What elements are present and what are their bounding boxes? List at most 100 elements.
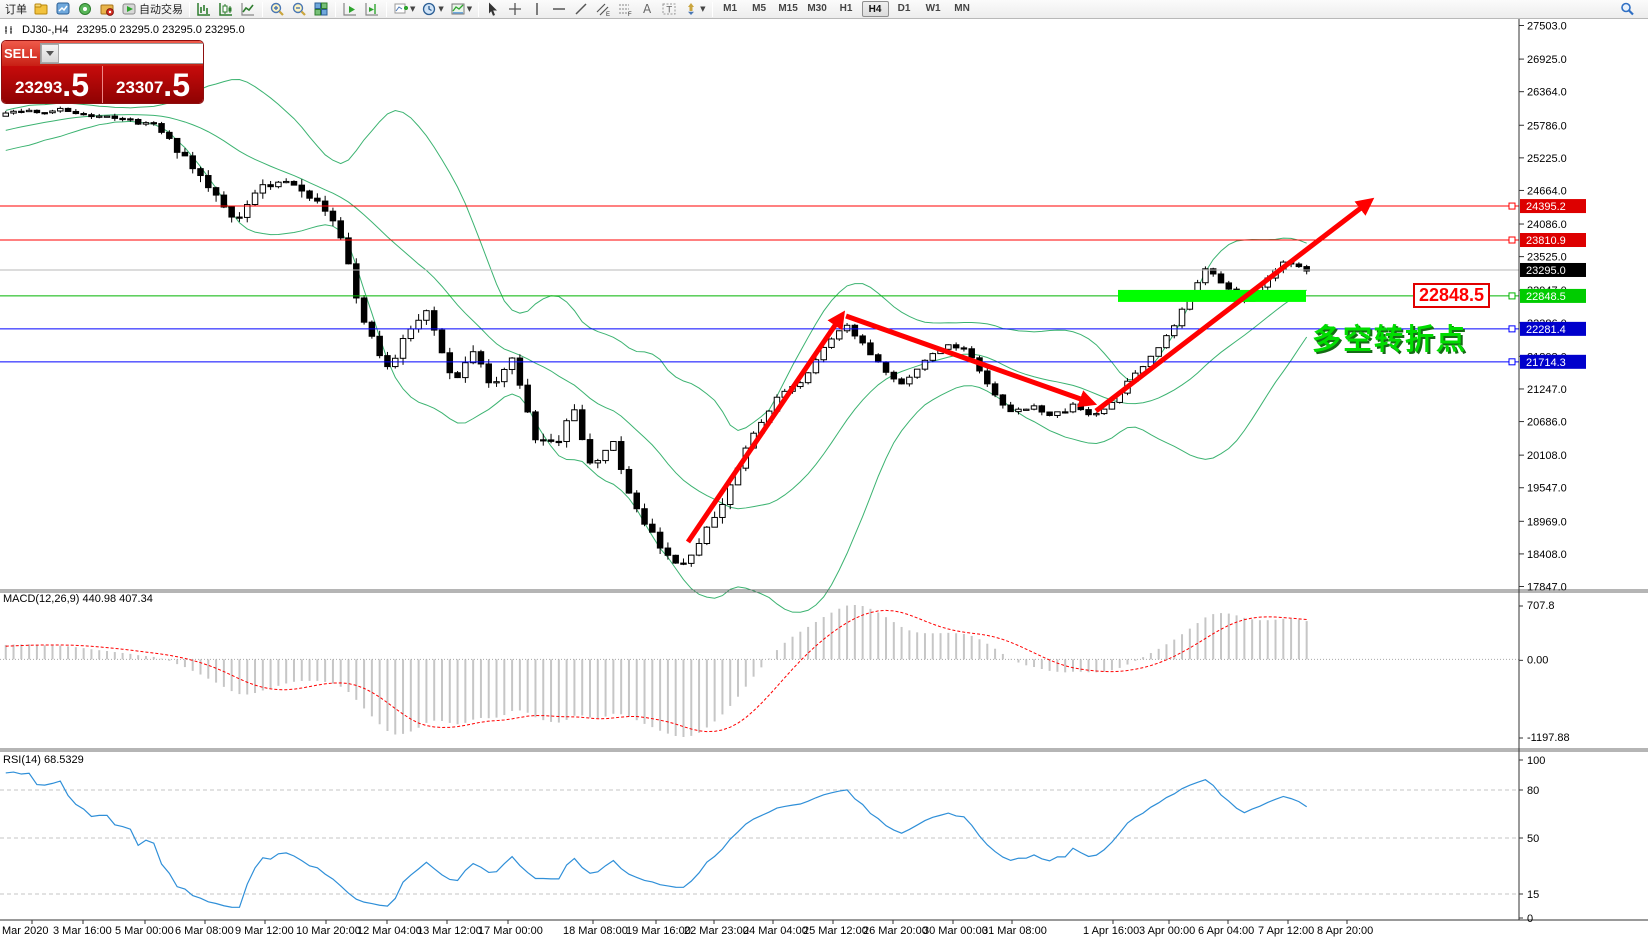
time-label: 19 Mar 16:00: [626, 925, 691, 937]
history-center-button[interactable]: [96, 1, 118, 18]
time-label: 17 Mar 00:00: [478, 925, 543, 937]
templates-button[interactable]: ▼: [447, 1, 475, 18]
time-label: 12 Mar 04:00: [357, 925, 422, 937]
svg-text:23525.0: 23525.0: [1527, 252, 1567, 264]
auto-scroll-icon: [342, 1, 358, 17]
text-label-tool-button[interactable]: T: [658, 1, 680, 18]
timeframe-bar: M1M5M15M30H1H4D1W1MN: [716, 1, 977, 17]
indicator-axes: 707.80.00-1197.881008050150: [1519, 600, 1570, 925]
svg-text:24664.0: 24664.0: [1527, 185, 1567, 197]
svg-text:F: F: [628, 12, 632, 17]
crosshair-tool-button[interactable]: [504, 1, 526, 18]
chart-shift-button[interactable]: [361, 1, 383, 18]
chart-symbol-icon: [4, 25, 14, 35]
market-watch-button[interactable]: [52, 1, 74, 18]
sell-button[interactable]: SELL: [4, 46, 37, 61]
svg-text:26364.0: 26364.0: [1527, 87, 1567, 99]
indicators-button[interactable]: ▼: [390, 1, 418, 18]
fibonacci-tool-button[interactable]: F: [614, 1, 636, 18]
periods-button[interactable]: ▼: [418, 1, 446, 18]
price-axis[interactable]: 27503.026925.026364.025786.025225.024664…: [1509, 21, 1586, 594]
templates-dropdown-arrow[interactable]: ▼: [467, 5, 472, 13]
timeframe-m1[interactable]: M1: [717, 1, 744, 17]
timeframe-mn[interactable]: MN: [949, 1, 976, 17]
time-label: 10 Mar 20:00: [296, 925, 361, 937]
time-axis[interactable]: Mar 20203 Mar 16:005 Mar 00:006 Mar 08:0…: [2, 920, 1373, 937]
autotrading-icon: [121, 1, 137, 17]
crosshair-icon: [507, 1, 523, 17]
data-signal-button[interactable]: [74, 1, 96, 18]
volume-input[interactable]: [59, 44, 203, 63]
zoom-out-button[interactable]: [288, 1, 310, 18]
svg-text:20108.0: 20108.0: [1527, 450, 1567, 462]
price-tag-21714.3: 21714.3: [1526, 357, 1566, 369]
chart-surface[interactable]: 27503.026925.026364.025786.025225.024664…: [0, 19, 1648, 939]
timeframe-m5[interactable]: M5: [746, 1, 773, 17]
tile-windows-icon: [313, 1, 329, 17]
trendline-tool-button[interactable]: [570, 1, 592, 18]
triangle-down-icon: [46, 51, 54, 56]
candlesticks: [3, 107, 1309, 567]
svg-text:50: 50: [1527, 833, 1539, 845]
text-label-icon: T: [661, 1, 677, 17]
macd-indicator-label: MACD(12,26,9) 440.98 407.34: [3, 593, 153, 605]
trade-panel-controls: SELL BUY: [2, 41, 203, 66]
arrows-dropdown-arrow[interactable]: ▼: [700, 5, 705, 13]
cursor-tool-button[interactable]: [482, 1, 504, 18]
sell-price[interactable]: 23293 .5: [2, 66, 103, 103]
timeframe-h1[interactable]: H1: [833, 1, 860, 17]
search-button[interactable]: [1616, 1, 1638, 18]
price-tag-24395.2: 24395.2: [1526, 201, 1566, 213]
horizontal-level-lines: [0, 206, 1519, 362]
volume-stepper: [40, 43, 203, 64]
time-label: 13 Mar 12:00: [417, 925, 482, 937]
timeframe-d1[interactable]: D1: [891, 1, 918, 17]
candlestick-mode-button[interactable]: [215, 1, 237, 18]
horizontal-line-tool-button[interactable]: [548, 1, 570, 18]
svg-text:E: E: [606, 12, 610, 17]
svg-text:100: 100: [1527, 755, 1545, 767]
equidistant-channel-icon: E: [595, 1, 611, 17]
line-chart-mode-button[interactable]: [237, 1, 259, 18]
history-center-icon: [99, 1, 115, 17]
auto-scroll-button[interactable]: [339, 1, 361, 18]
indicators-icon: [393, 1, 409, 17]
bar-chart-mode-button[interactable]: [193, 1, 215, 18]
tile-windows-button[interactable]: [310, 1, 332, 18]
time-label: 3 Mar 16:00: [53, 925, 112, 937]
time-label: 9 Mar 12:00: [235, 925, 294, 937]
time-label: 1 Apr 16:00: [1083, 925, 1139, 937]
buy-price[interactable]: 23307 .5: [103, 66, 203, 103]
volume-decrease-button[interactable]: [41, 44, 59, 63]
timeframe-h4[interactable]: H4: [862, 1, 889, 17]
cursor-icon: [485, 1, 501, 17]
main-toolbar: 订单 自动交易 ▼ ▼: [0, 0, 1648, 19]
periods-dropdown-arrow[interactable]: ▼: [438, 5, 443, 13]
zoom-in-button[interactable]: [266, 1, 288, 18]
new-order-label: 订单: [5, 1, 27, 17]
time-label: 3 Apr 00:00: [1139, 925, 1195, 937]
time-label: 8 Apr 20:00: [1317, 925, 1373, 937]
svg-text:20686.0: 20686.0: [1527, 417, 1567, 429]
vertical-line-tool-button[interactable]: [526, 1, 548, 18]
line-chart-icon: [240, 1, 256, 17]
equidistant-channel-tool-button[interactable]: E: [592, 1, 614, 18]
time-label: 26 Mar 20:00: [863, 925, 928, 937]
text-icon: A: [639, 1, 655, 17]
timeframe-m15[interactable]: M15: [775, 1, 802, 17]
svg-text:24086.0: 24086.0: [1527, 219, 1567, 231]
arrows-tool-button[interactable]: ▼: [680, 1, 708, 18]
timeframe-w1[interactable]: W1: [920, 1, 947, 17]
new-order-button[interactable]: 订单: [0, 1, 30, 18]
autotrading-label: 自动交易: [139, 1, 183, 17]
bar-chart-icon: [196, 1, 212, 17]
time-label: 24 Mar 04:00: [743, 925, 808, 937]
text-tool-button[interactable]: A: [636, 1, 658, 18]
timeframe-m30[interactable]: M30: [804, 1, 831, 17]
charts-profile-button[interactable]: [30, 1, 52, 18]
time-label: 25 Mar 12:00: [803, 925, 868, 937]
autotrading-button[interactable]: 自动交易: [118, 1, 186, 18]
zoom-out-icon: [291, 1, 307, 17]
turning-point-annotation: 多空转折点: [1312, 316, 1467, 358]
indicators-dropdown-arrow[interactable]: ▼: [410, 5, 415, 13]
